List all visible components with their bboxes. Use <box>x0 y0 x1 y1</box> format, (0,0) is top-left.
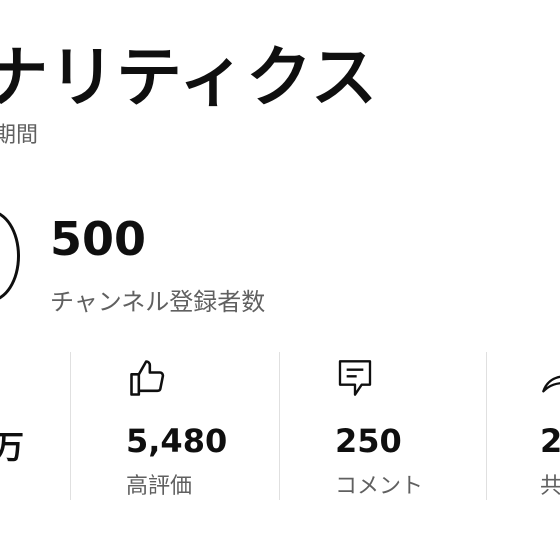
divider <box>279 352 280 500</box>
likes-label: 高評価 <box>126 474 193 499</box>
share-icon <box>540 356 560 404</box>
analytics-panel: ナリティクス 期間 500 チャンネル登録者数 万 5,480 高評価 250 … <box>0 0 560 560</box>
subscriber-label: チャンネル登録者数 <box>50 288 266 316</box>
views-value: 万 <box>0 428 25 466</box>
comment-icon <box>335 356 375 404</box>
period-label: 期間 <box>0 123 39 148</box>
page-title: ナリティクス <box>0 39 379 116</box>
shares-label: 共 <box>540 474 560 499</box>
likes-value: 5,480 <box>126 422 228 460</box>
comments-label: コメント <box>335 474 424 499</box>
shares-value: 2 <box>540 422 560 460</box>
subscriber-count: 500 <box>50 212 147 266</box>
divider <box>486 352 487 500</box>
divider <box>70 352 71 500</box>
avatar <box>0 210 20 302</box>
thumbs-up-icon <box>126 356 170 404</box>
comments-value: 250 <box>335 422 402 460</box>
